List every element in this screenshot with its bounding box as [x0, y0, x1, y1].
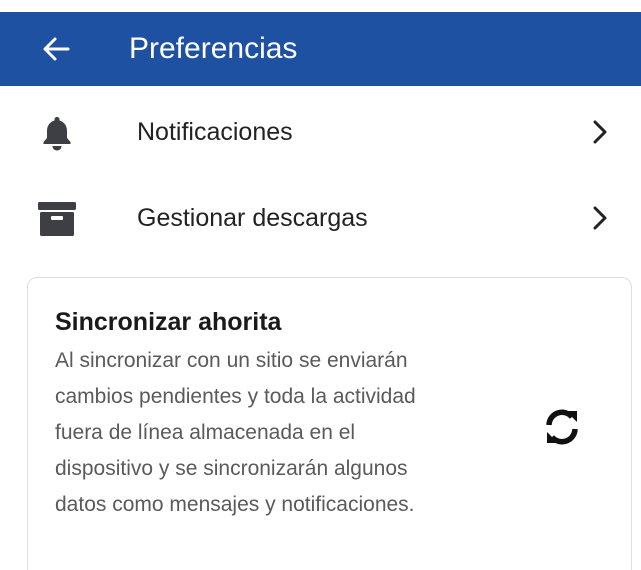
bell-icon	[36, 113, 78, 153]
sync-description: Al sincronizar con un sitio se enviarán …	[55, 349, 416, 516]
sync-icon[interactable]	[540, 405, 584, 449]
sync-now-card[interactable]: Sincronizar ahorita Al sincronizar con u…	[27, 277, 632, 570]
archive-box-icon	[36, 199, 78, 239]
arrow-left-icon	[43, 37, 70, 61]
app-bar: Preferencias	[0, 12, 641, 86]
chevron-right-icon	[588, 118, 612, 146]
preferences-screen: Preferencias Notificaciones Gestionar de…	[0, 0, 641, 570]
back-button[interactable]	[34, 27, 78, 71]
page-title: Preferencias	[129, 32, 298, 65]
menu-item-manage-downloads[interactable]: Gestionar descargas	[0, 181, 641, 255]
menu-item-label: Notificaciones	[137, 118, 293, 146]
menu-item-notifications[interactable]: Notificaciones	[0, 95, 641, 169]
sync-title: Sincronizar ahorita	[55, 308, 282, 336]
menu-item-label: Gestionar descargas	[137, 204, 368, 232]
chevron-right-icon	[588, 204, 612, 232]
